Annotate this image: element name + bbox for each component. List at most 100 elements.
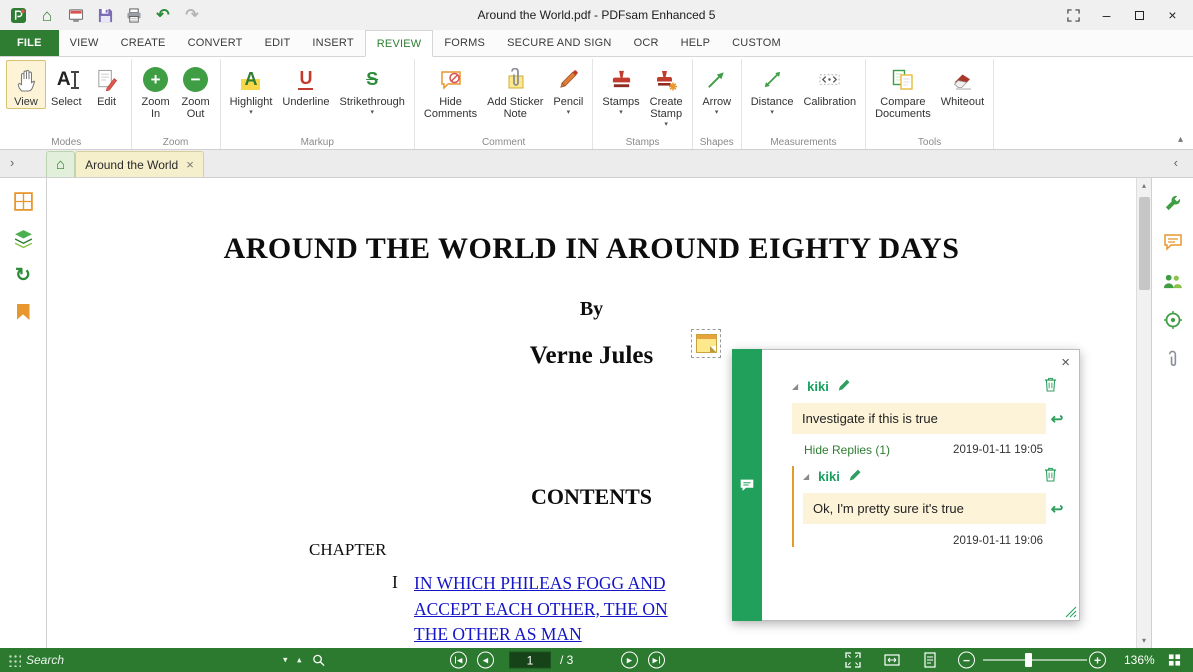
previous-page-button[interactable]: ◀ [477,651,494,669]
tab-help[interactable]: HELP [670,30,722,56]
zoom-out-button[interactable]: − Zoom Out [176,60,216,120]
undo-button[interactable]: ↶ [153,5,173,25]
toc-link-line-2[interactable]: ACCEPT EACH OTHER, THE ON [414,597,668,623]
comments-panel-button[interactable] [1158,227,1188,257]
scroll-down-icon[interactable]: ▾ [1137,633,1151,648]
strikethrough-button[interactable]: S Strikethrough ▾ [334,60,409,117]
create-stamp-button[interactable]: Create Stamp ▾ [645,60,688,129]
reply-to-reply-icon[interactable]: ↩ [1049,500,1065,518]
page-layout-button[interactable] [1168,654,1181,667]
scrollbar-thumb[interactable] [1139,197,1150,290]
current-page-field[interactable] [509,651,551,669]
add-sticker-note-button[interactable]: Add Sticker Note [482,60,548,120]
toggle-layout-button[interactable] [1057,3,1090,27]
tab-convert[interactable]: CONVERT [177,30,254,56]
distance-dropdown-icon[interactable]: ▾ [770,108,774,117]
save-button[interactable] [95,5,115,25]
actual-size-button[interactable] [922,652,938,668]
first-page-button[interactable]: ◀ [450,651,467,669]
zoom-in-button[interactable]: + Zoom In [136,60,176,120]
whiteout-button[interactable]: Whiteout [936,60,989,108]
pencil-dropdown-icon[interactable]: ▾ [567,108,571,117]
popup-close-icon[interactable]: × [1061,355,1070,370]
collapse-right-panel-icon[interactable]: ‹ [1174,155,1178,170]
layers-button[interactable] [8,223,38,253]
sticky-note-annotation[interactable] [691,329,721,358]
view-mode-button[interactable]: View [6,60,46,109]
tab-custom[interactable]: CUSTOM [721,30,792,56]
last-page-button[interactable]: ▶ [648,651,665,669]
stamps-button[interactable]: Stamps ▾ [597,60,644,117]
annotations-panel-button[interactable] [1158,305,1188,335]
popup-resize-handle[interactable] [1065,606,1077,618]
highlight-dropdown-icon[interactable]: ▾ [249,108,253,117]
tab-file[interactable]: FILE [0,30,59,56]
vertical-scrollbar[interactable]: ▴ ▾ [1136,178,1151,648]
tab-forms[interactable]: FORMS [433,30,496,56]
delete-reply-icon[interactable] [1044,467,1057,485]
collapse-reply-icon[interactable]: ◢ [803,472,809,481]
close-button[interactable]: × [1156,3,1189,27]
print-button[interactable] [124,5,144,25]
calibration-button[interactable]: Calibration [798,60,861,108]
edit-comment-icon[interactable] [838,378,851,394]
minimize-button[interactable]: – [1090,3,1123,27]
document-tab[interactable]: Around the World × [75,151,204,177]
collapse-ribbon-icon[interactable]: ▴ [1178,134,1183,145]
shared-review-button[interactable] [1158,266,1188,296]
edit-mode-button[interactable]: Edit [87,60,127,108]
current-page-input[interactable] [509,651,551,669]
next-page-button[interactable]: ▶ [621,651,638,669]
document-tab-close-icon[interactable]: × [186,158,194,171]
search-input[interactable] [26,653,266,667]
edit-reply-icon[interactable] [849,468,862,484]
tab-secure-and-sign[interactable]: SECURE AND SIGN [496,30,622,56]
tab-view[interactable]: VIEW [59,30,110,56]
search-options-up-icon[interactable]: ▴ [297,655,302,666]
collapse-thread-icon[interactable]: ◢ [792,382,798,391]
bookmarks-button[interactable] [8,297,38,327]
hide-comments-button[interactable]: Hide Comments [419,60,482,120]
redo-button[interactable]: ↷ [182,5,202,25]
rotate-pages-button[interactable]: ↻ [8,260,38,290]
select-mode-button[interactable]: A Select [46,60,87,109]
distance-button[interactable]: Distance ▾ [746,60,799,117]
tab-edit[interactable]: EDIT [254,30,302,56]
workspace-button[interactable] [66,5,86,25]
attachments-panel-button[interactable] [1158,344,1188,374]
strikethrough-dropdown-icon[interactable]: ▾ [370,108,374,117]
compare-documents-button[interactable]: Compare Documents [870,60,936,120]
toc-link-line-3[interactable]: THE OTHER AS MAN [414,622,668,648]
home-button[interactable]: ⌂ [37,5,57,25]
home-tab[interactable]: ⌂ [46,151,76,177]
fit-width-button[interactable] [884,652,900,668]
tab-create[interactable]: CREATE [110,30,177,56]
hide-replies-link[interactable]: Hide Replies (1) [804,443,890,457]
maximize-button[interactable] [1123,3,1156,27]
tab-ocr[interactable]: OCR [623,30,670,56]
reply-icon[interactable]: ↩ [1049,410,1065,428]
toc-link-line-1[interactable]: IN WHICH PHILEAS FOGG AND [414,571,668,597]
scroll-up-icon[interactable]: ▴ [1137,178,1151,193]
zoom-out-button-status[interactable]: − [958,651,975,669]
fit-page-button[interactable] [845,652,861,668]
highlight-button[interactable]: A Highlight ▾ [225,60,278,117]
zoom-in-button-status[interactable]: + [1089,651,1106,669]
expand-left-panel-icon[interactable]: › [10,155,14,170]
arrow-button[interactable]: Arrow ▾ [697,60,737,117]
search-options-down-icon[interactable]: ▾ [283,655,288,666]
comment-popup-edge[interactable] [732,349,762,621]
pencil-button[interactable]: Pencil ▾ [548,60,588,117]
tab-insert[interactable]: INSERT [301,30,364,56]
underline-button[interactable]: U Underline [277,60,334,108]
page-thumbnails-button[interactable] [8,186,38,216]
zoom-slider-thumb[interactable] [1025,653,1032,667]
search-button[interactable] [312,654,325,667]
create-stamp-dropdown-icon[interactable]: ▾ [664,120,668,129]
stamps-dropdown-icon[interactable]: ▾ [619,108,623,117]
delete-comment-icon[interactable] [1044,377,1057,395]
arrow-dropdown-icon[interactable]: ▾ [715,108,719,117]
search-field[interactable] [26,653,266,667]
zoom-slider[interactable] [983,653,1087,667]
tab-review[interactable]: REVIEW [364,30,434,57]
